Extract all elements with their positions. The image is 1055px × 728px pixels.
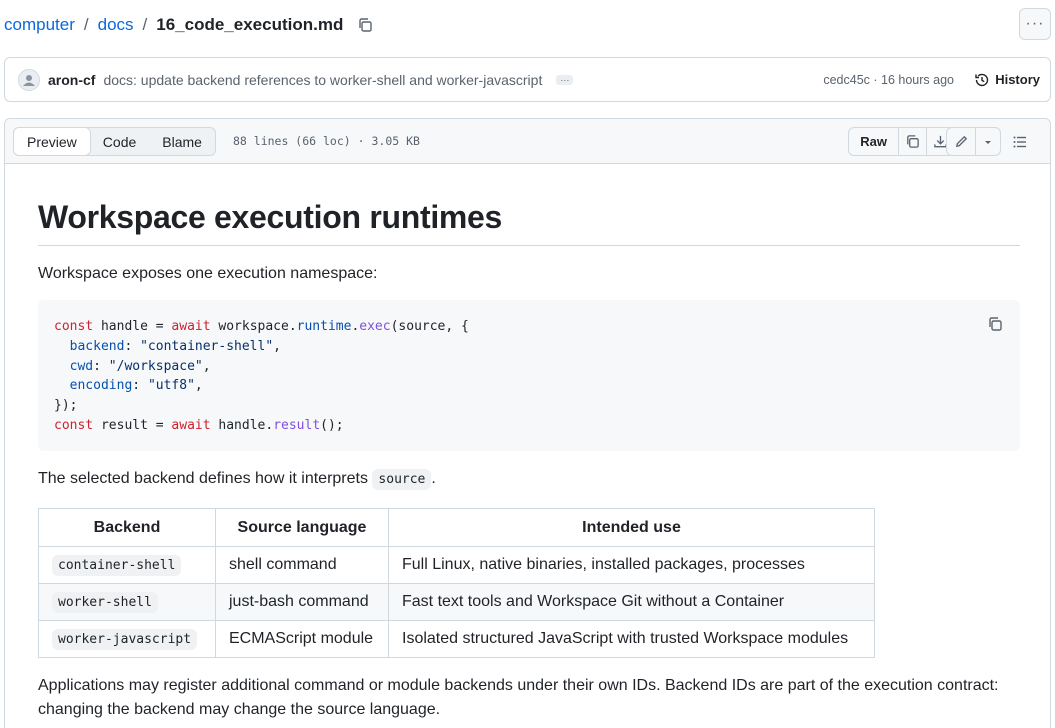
file-header: Preview Code Blame 88 lines (66 loc) · 3…: [5, 119, 1050, 164]
code-line: });: [54, 398, 78, 414]
code-line: const result = await handle.result();: [54, 417, 344, 433]
closing-line-2: changing the backend may change the sour…: [38, 701, 441, 718]
breadcrumb-file-name: 16_code_execution.md: [156, 15, 344, 34]
code-line: backend: "container-shell",: [69, 338, 281, 354]
code-block: const handle = await workspace.runtime.e…: [38, 300, 1020, 451]
breadcrumb-folder-link[interactable]: docs: [98, 15, 134, 35]
table-cell: ECMAScript module: [215, 620, 389, 658]
tab-code[interactable]: Code: [90, 128, 149, 155]
table-cell: worker-shell: [38, 583, 216, 621]
table-cell: just-bash command: [215, 583, 389, 621]
view-mode-tabs: Preview Code Blame: [13, 127, 216, 156]
backend-paragraph-text: The selected backend defines how it inte…: [38, 470, 373, 487]
table-cell: Isolated structured JavaScript with trus…: [388, 620, 875, 658]
commit-message[interactable]: docs: update backend references to worke…: [103, 72, 542, 88]
inline-code-source: source: [372, 469, 432, 490]
more-options-button[interactable]: ···: [1019, 8, 1051, 40]
markdown-body: Workspace execution runtimes Workspace e…: [38, 164, 1020, 722]
code-line: const handle = await workspace.runtime.e…: [54, 319, 469, 334]
tab-blame[interactable]: Blame: [149, 128, 215, 155]
code-lines: const handle = await workspace.runtime.e…: [54, 317, 1004, 436]
copy-raw-icon[interactable]: [898, 128, 926, 155]
copy-path-icon[interactable]: [355, 15, 375, 35]
breadcrumb-separator: /: [142, 15, 148, 34]
latest-commit-bar: aron-cf docs: update backend references …: [4, 57, 1051, 102]
edit-group: [946, 127, 1001, 156]
commit-sha-time[interactable]: cedc45c · 16 hours ago: [823, 73, 954, 87]
commit-author[interactable]: aron-cf: [48, 72, 95, 88]
file-meta: 88 lines (66 loc) · 3.05 KB: [233, 134, 420, 148]
document-title: Workspace execution runtimes: [38, 199, 1020, 246]
table-cell: Fast text tools and Workspace Git withou…: [388, 583, 875, 621]
tab-preview[interactable]: Preview: [13, 127, 91, 156]
table-header: Source language: [215, 508, 389, 547]
history-label: History: [995, 72, 1040, 87]
backends-table: Backend Source language Intended use con…: [38, 508, 875, 658]
breadcrumb-repo-link[interactable]: computer: [4, 15, 75, 35]
history-button[interactable]: History: [974, 72, 1040, 88]
table-row: container-shell shell command Full Linux…: [38, 546, 875, 584]
table-cell: Full Linux, native binaries, installed p…: [388, 546, 875, 584]
breadcrumb-separator: /: [83, 15, 89, 34]
table-row: worker-javascript ECMAScript module Isol…: [38, 620, 875, 658]
file-view: Preview Code Blame 88 lines (66 loc) · 3…: [4, 118, 1051, 728]
copy-code-icon: [989, 317, 1002, 331]
copy-code-button[interactable]: [985, 314, 1005, 334]
edit-dropdown-icon[interactable]: [975, 128, 1000, 155]
closing-paragraph: Applications may register additional com…: [38, 674, 1020, 722]
table-row: worker-shell just-bash command Fast text…: [38, 583, 875, 621]
history-icon: [975, 73, 989, 86]
edit-pencil-icon[interactable]: [947, 128, 975, 155]
backend-id: worker-javascript: [52, 629, 198, 650]
backend-paragraph: The selected backend defines how it inte…: [38, 467, 1020, 492]
table-header: Intended use: [388, 508, 875, 547]
avatar[interactable]: [18, 68, 40, 91]
closing-line-1: Applications may register additional com…: [38, 677, 999, 694]
table-cell: worker-javascript: [38, 620, 216, 658]
code-line: encoding: "utf8",: [69, 378, 203, 394]
table-header: Backend: [38, 508, 216, 547]
breadcrumb: computer / docs / 16_code_execution.md: [4, 13, 375, 37]
table-cell: shell command: [215, 546, 389, 584]
raw-button[interactable]: Raw: [849, 128, 898, 155]
intro-paragraph: Workspace exposes one execution namespac…: [38, 265, 378, 282]
table-header-row: Backend Source language Intended use: [38, 508, 875, 547]
code-line: cwd: "/workspace",: [69, 358, 211, 374]
backend-paragraph-end: .: [431, 470, 436, 487]
expand-commit-message-icon[interactable]: ···: [556, 74, 574, 85]
table-cell: container-shell: [38, 546, 216, 584]
raw-copy-download-group: Raw: [848, 127, 955, 156]
backend-id: container-shell: [52, 555, 182, 576]
outline-list-icon[interactable]: [1005, 127, 1035, 156]
backend-id: worker-shell: [52, 592, 158, 613]
